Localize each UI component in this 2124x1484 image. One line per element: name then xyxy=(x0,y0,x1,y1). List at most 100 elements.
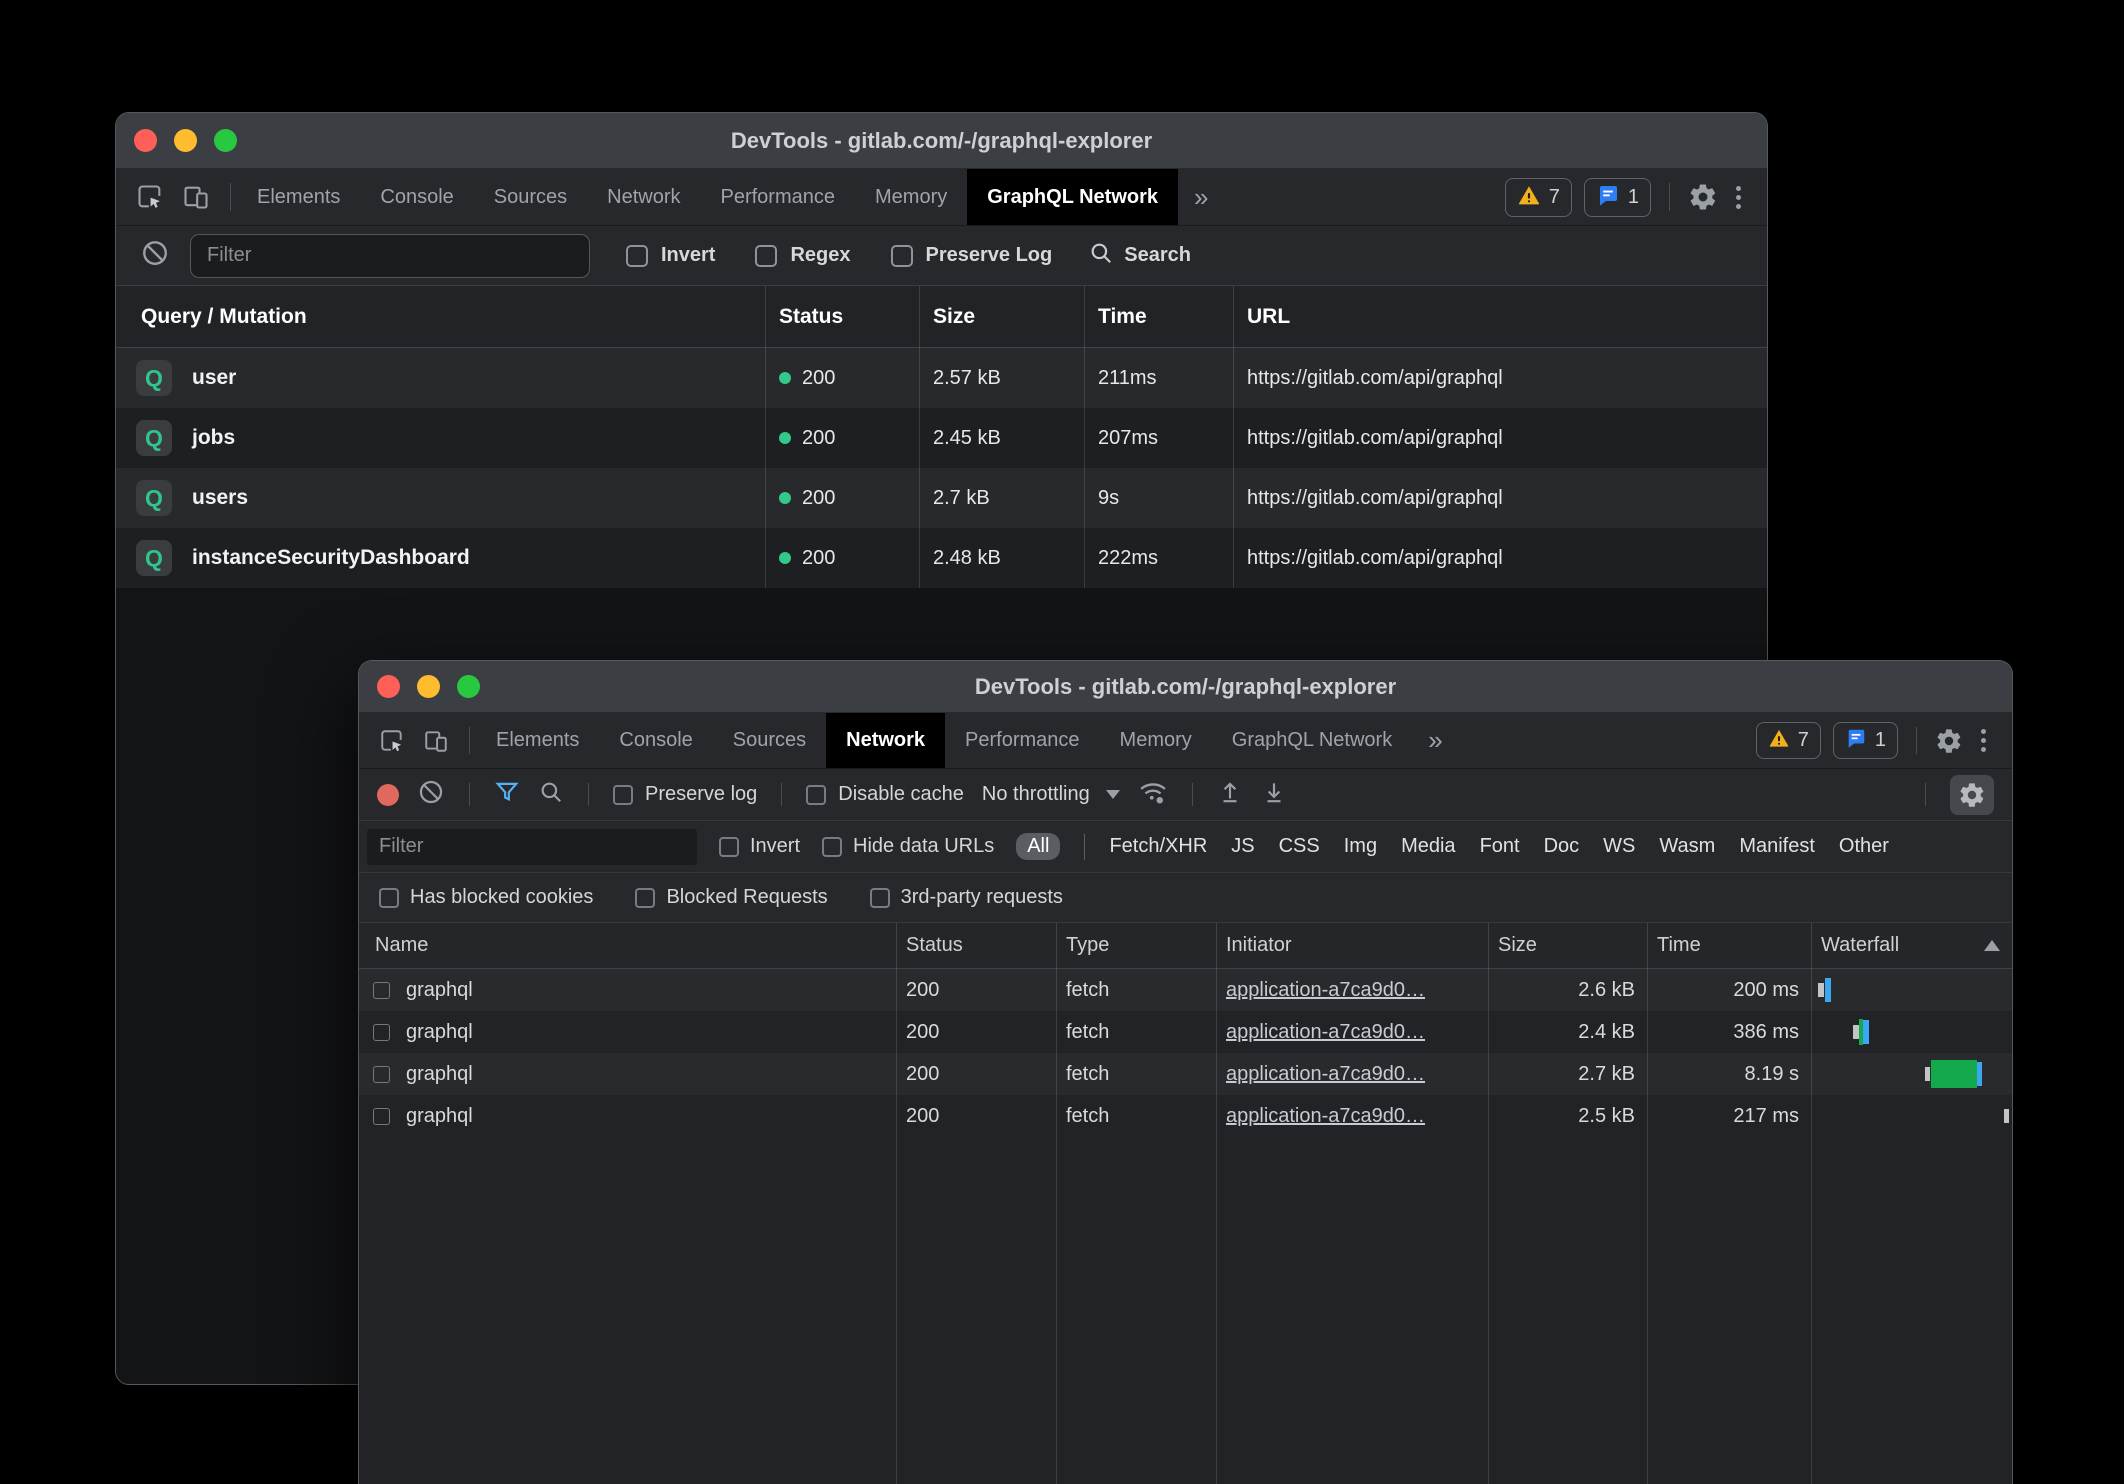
column-header-time[interactable]: Time xyxy=(1084,305,1233,329)
type-filter-img[interactable]: Img xyxy=(1344,835,1377,858)
hide-data-urls-checkbox[interactable]: Hide data URLs xyxy=(822,835,994,858)
zoom-window-button[interactable] xyxy=(214,129,237,152)
graphql-row-user[interactable]: Quser2002.57 kB211mshttps://gitlab.com/a… xyxy=(116,348,1767,408)
type-filter-other[interactable]: Other xyxy=(1839,835,1889,858)
invert-checkbox[interactable]: Invert xyxy=(626,244,715,267)
type-filter-ws[interactable]: WS xyxy=(1603,835,1635,858)
filter-input[interactable] xyxy=(367,829,697,865)
graphql-row-jobs[interactable]: Qjobs2002.45 kB207mshttps://gitlab.com/a… xyxy=(116,408,1767,468)
minimize-window-button[interactable] xyxy=(174,129,197,152)
tab-elements[interactable]: Elements xyxy=(476,713,599,768)
column-header-time[interactable]: Time xyxy=(1647,934,1811,957)
clear-network-log-icon[interactable] xyxy=(417,778,445,811)
tab-memory[interactable]: Memory xyxy=(1100,713,1212,768)
regex-checkbox[interactable]: Regex xyxy=(755,244,850,267)
filter-funnel-icon[interactable] xyxy=(494,779,520,810)
status-ok-dot xyxy=(779,492,791,504)
type-filter-media[interactable]: Media xyxy=(1401,835,1455,858)
tab-graphql-network[interactable]: GraphQL Network xyxy=(1212,713,1412,768)
export-har-icon[interactable] xyxy=(1261,779,1287,810)
titlebar[interactable]: DevTools - gitlab.com/-/graphql-explorer xyxy=(359,661,2012,713)
tab-console[interactable]: Console xyxy=(360,169,473,225)
import-har-icon[interactable] xyxy=(1217,779,1243,810)
initiator-link[interactable]: application-a7ca9d0… xyxy=(1226,979,1425,1001)
tab-network[interactable]: Network xyxy=(826,713,945,768)
settings-gear-icon[interactable] xyxy=(1935,727,1963,755)
more-tabs-icon[interactable]: » xyxy=(1412,713,1458,768)
type-filter-wasm[interactable]: Wasm xyxy=(1659,835,1715,858)
issues-badge[interactable]: 1 xyxy=(1584,178,1651,217)
device-toolbar-icon[interactable] xyxy=(182,183,210,211)
search-button[interactable]: Search xyxy=(1088,240,1191,272)
initiator-link[interactable]: application-a7ca9d0… xyxy=(1226,1021,1425,1043)
tab-sources[interactable]: Sources xyxy=(474,169,587,225)
column-header-type[interactable]: Type xyxy=(1056,934,1216,957)
tab-network[interactable]: Network xyxy=(587,169,700,225)
disable-cache-checkbox[interactable]: Disable cache xyxy=(806,783,964,806)
minimize-window-button[interactable] xyxy=(417,675,440,698)
search-icon[interactable] xyxy=(538,779,564,810)
type-filter-css[interactable]: CSS xyxy=(1279,835,1320,858)
block-requests-icon[interactable] xyxy=(140,238,170,273)
row-checkbox[interactable] xyxy=(373,1024,390,1041)
column-header-status[interactable]: Status xyxy=(896,934,1056,957)
initiator-link[interactable]: application-a7ca9d0… xyxy=(1226,1063,1425,1085)
network-row-graphql[interactable]: graphql200fetchapplication-a7ca9d0…2.5 k… xyxy=(359,1095,2012,1137)
3rd-party-requests-checkbox[interactable]: 3rd-party requests xyxy=(870,886,1063,909)
column-header-query-mutation[interactable]: Query / Mutation xyxy=(116,305,765,329)
issues-badge[interactable]: 1 xyxy=(1833,722,1898,759)
filter-input[interactable] xyxy=(190,234,590,278)
column-header-size[interactable]: Size xyxy=(919,305,1084,329)
type-filter-doc[interactable]: Doc xyxy=(1544,835,1580,858)
row-checkbox[interactable] xyxy=(373,1108,390,1125)
invert-checkbox[interactable]: Invert xyxy=(719,835,800,858)
inspect-element-icon[interactable] xyxy=(379,728,405,754)
settings-gear-icon[interactable] xyxy=(1688,182,1718,212)
close-window-button[interactable] xyxy=(377,675,400,698)
type-filter-js[interactable]: JS xyxy=(1231,835,1254,858)
tab-elements[interactable]: Elements xyxy=(237,169,360,225)
more-options-icon[interactable] xyxy=(1730,186,1747,209)
column-header-status[interactable]: Status xyxy=(765,305,919,329)
tab-performance[interactable]: Performance xyxy=(701,169,856,225)
tab-performance[interactable]: Performance xyxy=(945,713,1100,768)
graphql-row-instancesecuritydashboard[interactable]: QinstanceSecurityDashboard2002.48 kB222m… xyxy=(116,528,1767,588)
has-blocked-cookies-checkbox[interactable]: Has blocked cookies xyxy=(379,886,593,909)
network-row-graphql[interactable]: graphql200fetchapplication-a7ca9d0…2.7 k… xyxy=(359,1053,2012,1095)
warnings-badge[interactable]: 7 xyxy=(1505,178,1572,217)
tab-memory[interactable]: Memory xyxy=(855,169,967,225)
device-toolbar-icon[interactable] xyxy=(423,728,449,754)
network-settings-gear-icon[interactable] xyxy=(1950,775,1994,815)
initiator-link[interactable]: application-a7ca9d0… xyxy=(1226,1105,1425,1127)
column-header-name[interactable]: Name xyxy=(359,934,896,957)
tab-console[interactable]: Console xyxy=(599,713,712,768)
column-header-initiator[interactable]: Initiator xyxy=(1216,934,1488,957)
graphql-row-users[interactable]: Qusers2002.7 kB9shttps://gitlab.com/api/… xyxy=(116,468,1767,528)
titlebar[interactable]: DevTools - gitlab.com/-/graphql-explorer xyxy=(116,113,1767,169)
more-tabs-icon[interactable]: » xyxy=(1178,169,1224,225)
column-header-size[interactable]: Size xyxy=(1488,934,1647,957)
preserve-log-checkbox[interactable]: Preserve log xyxy=(613,783,757,806)
network-row-graphql[interactable]: graphql200fetchapplication-a7ca9d0…2.6 k… xyxy=(359,969,2012,1011)
type-filter-fetch-xhr[interactable]: Fetch/XHR xyxy=(1109,835,1207,858)
network-row-graphql[interactable]: graphql200fetchapplication-a7ca9d0…2.4 k… xyxy=(359,1011,2012,1053)
type-filter-manifest[interactable]: Manifest xyxy=(1739,835,1815,858)
zoom-window-button[interactable] xyxy=(457,675,480,698)
record-network-log-button[interactable] xyxy=(377,784,399,806)
row-checkbox[interactable] xyxy=(373,1066,390,1083)
column-header-waterfall[interactable]: Waterfall xyxy=(1811,934,2012,957)
network-conditions-icon[interactable] xyxy=(1138,777,1168,812)
tab-sources[interactable]: Sources xyxy=(713,713,826,768)
inspect-element-icon[interactable] xyxy=(136,183,164,211)
throttling-dropdown[interactable]: No throttling xyxy=(982,783,1120,806)
preserve-log-checkbox[interactable]: Preserve Log xyxy=(891,244,1053,267)
column-header-url[interactable]: URL xyxy=(1233,305,1767,329)
warnings-badge[interactable]: 7 xyxy=(1756,722,1821,759)
row-checkbox[interactable] xyxy=(373,982,390,999)
blocked-requests-checkbox[interactable]: Blocked Requests xyxy=(635,886,827,909)
type-filter-all[interactable]: All xyxy=(1016,833,1060,860)
tab-graphql-network[interactable]: GraphQL Network xyxy=(967,169,1178,225)
close-window-button[interactable] xyxy=(134,129,157,152)
more-options-icon[interactable] xyxy=(1975,729,1992,752)
type-filter-font[interactable]: Font xyxy=(1480,835,1520,858)
